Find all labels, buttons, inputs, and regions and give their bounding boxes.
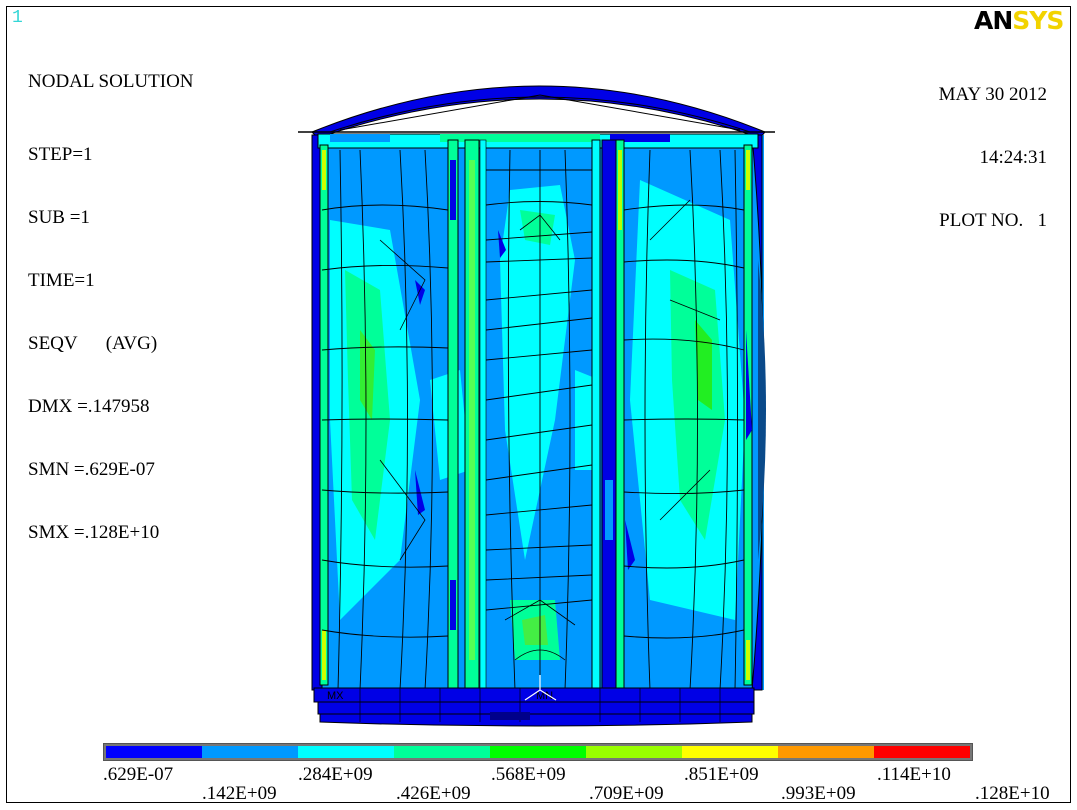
roof-arch-inner (329, 96, 751, 133)
stiffener-5-yellow (618, 150, 622, 230)
color-band-2 (202, 746, 298, 758)
fem-contour-model: MX MN (298, 85, 775, 727)
legend-value-2: .142E+09 (202, 783, 277, 804)
contour-color-bar (103, 743, 973, 761)
base-plate-bottom (319, 713, 753, 727)
right-wall-dark (758, 260, 766, 560)
stiffener-1-blue (450, 160, 456, 220)
stiffener-1-blue-b (450, 580, 456, 630)
color-band-9 (874, 746, 970, 758)
legend-value-7: .851E+09 (684, 764, 759, 785)
stiffener-2b (479, 139, 487, 691)
legend-value-8: .993E+09 (781, 783, 856, 804)
stiffener-3 (591, 139, 601, 691)
lower-peak (522, 615, 548, 645)
legend-value-6: .709E+09 (589, 783, 664, 804)
right-edge-stiffener-hi-b (746, 640, 750, 680)
left-edge-stiffener (319, 144, 329, 686)
right-edge-stiffener-hi (746, 150, 750, 190)
color-band-1 (106, 746, 202, 758)
left-edge-stiffener-hi-b (322, 630, 326, 680)
stiffener-4 (601, 139, 617, 691)
color-band-8 (778, 746, 874, 758)
legend-value-5: .568E+09 (491, 764, 566, 785)
legend-value-1: .629E-07 (103, 764, 174, 785)
stiffener-2-green (469, 160, 475, 660)
base-plate-mid (317, 701, 755, 715)
color-band-6 (586, 746, 682, 758)
top-band-green (440, 134, 600, 142)
ansys-graphics-window: 1 ANSYS NODAL SOLUTION STEP=1 SUB =1 TIM… (0, 0, 1077, 810)
stiffener-4-light (605, 480, 613, 540)
legend-value-10: .128E+10 (975, 783, 1050, 804)
left-edge-stiffener-hi (322, 150, 326, 190)
color-band-5 (490, 746, 586, 758)
top-band-blue-left (330, 134, 390, 142)
legend-value-3: .284E+09 (298, 764, 373, 785)
base-plate-top (313, 687, 755, 703)
color-band-3 (298, 746, 394, 758)
color-band-7 (682, 746, 778, 758)
roof-arch (311, 85, 766, 139)
legend-value-4: .426E+09 (396, 783, 471, 804)
color-band-4 (394, 746, 490, 758)
legend-value-9: .114E+10 (877, 764, 951, 785)
base-center-block (490, 712, 530, 720)
mx-marker: MX (327, 690, 344, 702)
